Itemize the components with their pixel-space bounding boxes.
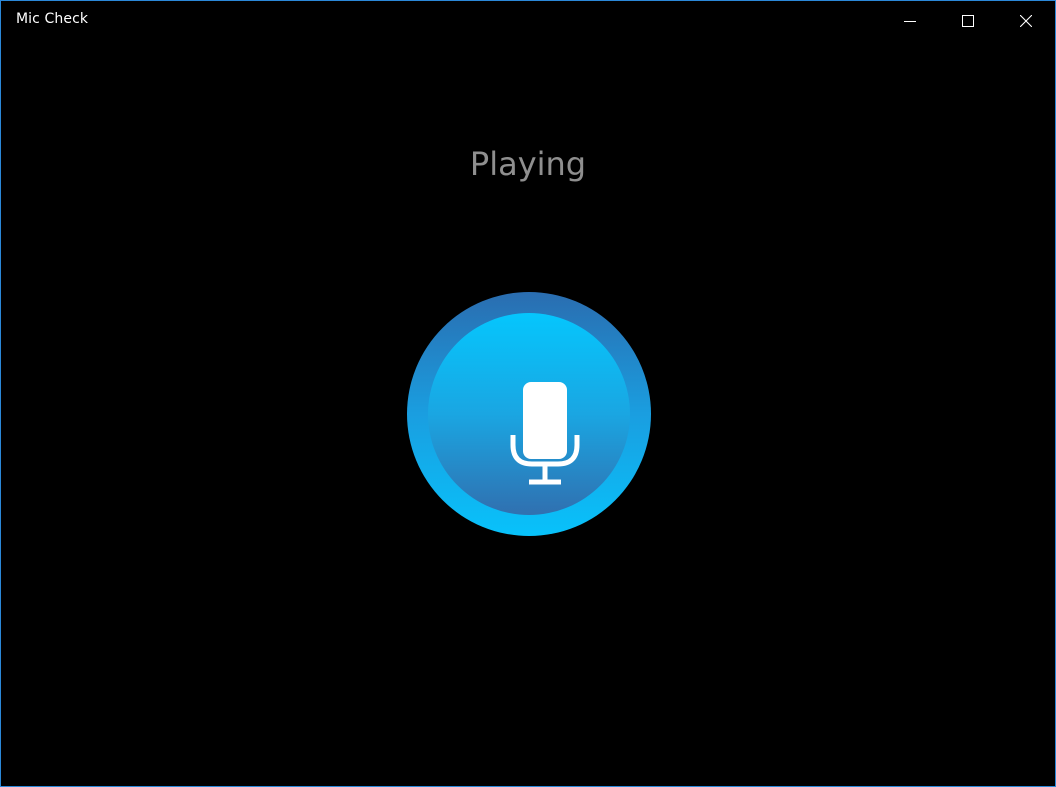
microphone-icon [510, 382, 580, 485]
app-title: Mic Check [16, 11, 89, 27]
minimize-icon [904, 21, 916, 22]
microphone-button-inner [428, 313, 630, 515]
close-icon [1020, 15, 1032, 27]
minimize-button[interactable] [881, 1, 939, 41]
maximize-button[interactable] [939, 1, 997, 41]
microphone-button[interactable] [407, 292, 651, 536]
close-button[interactable] [997, 1, 1055, 41]
app-window: Mic Check Playing [0, 0, 1056, 787]
status-text: Playing [469, 145, 587, 183]
maximize-icon [962, 15, 974, 27]
title-bar[interactable]: Mic Check [1, 1, 1055, 41]
caption-buttons [881, 1, 1055, 41]
